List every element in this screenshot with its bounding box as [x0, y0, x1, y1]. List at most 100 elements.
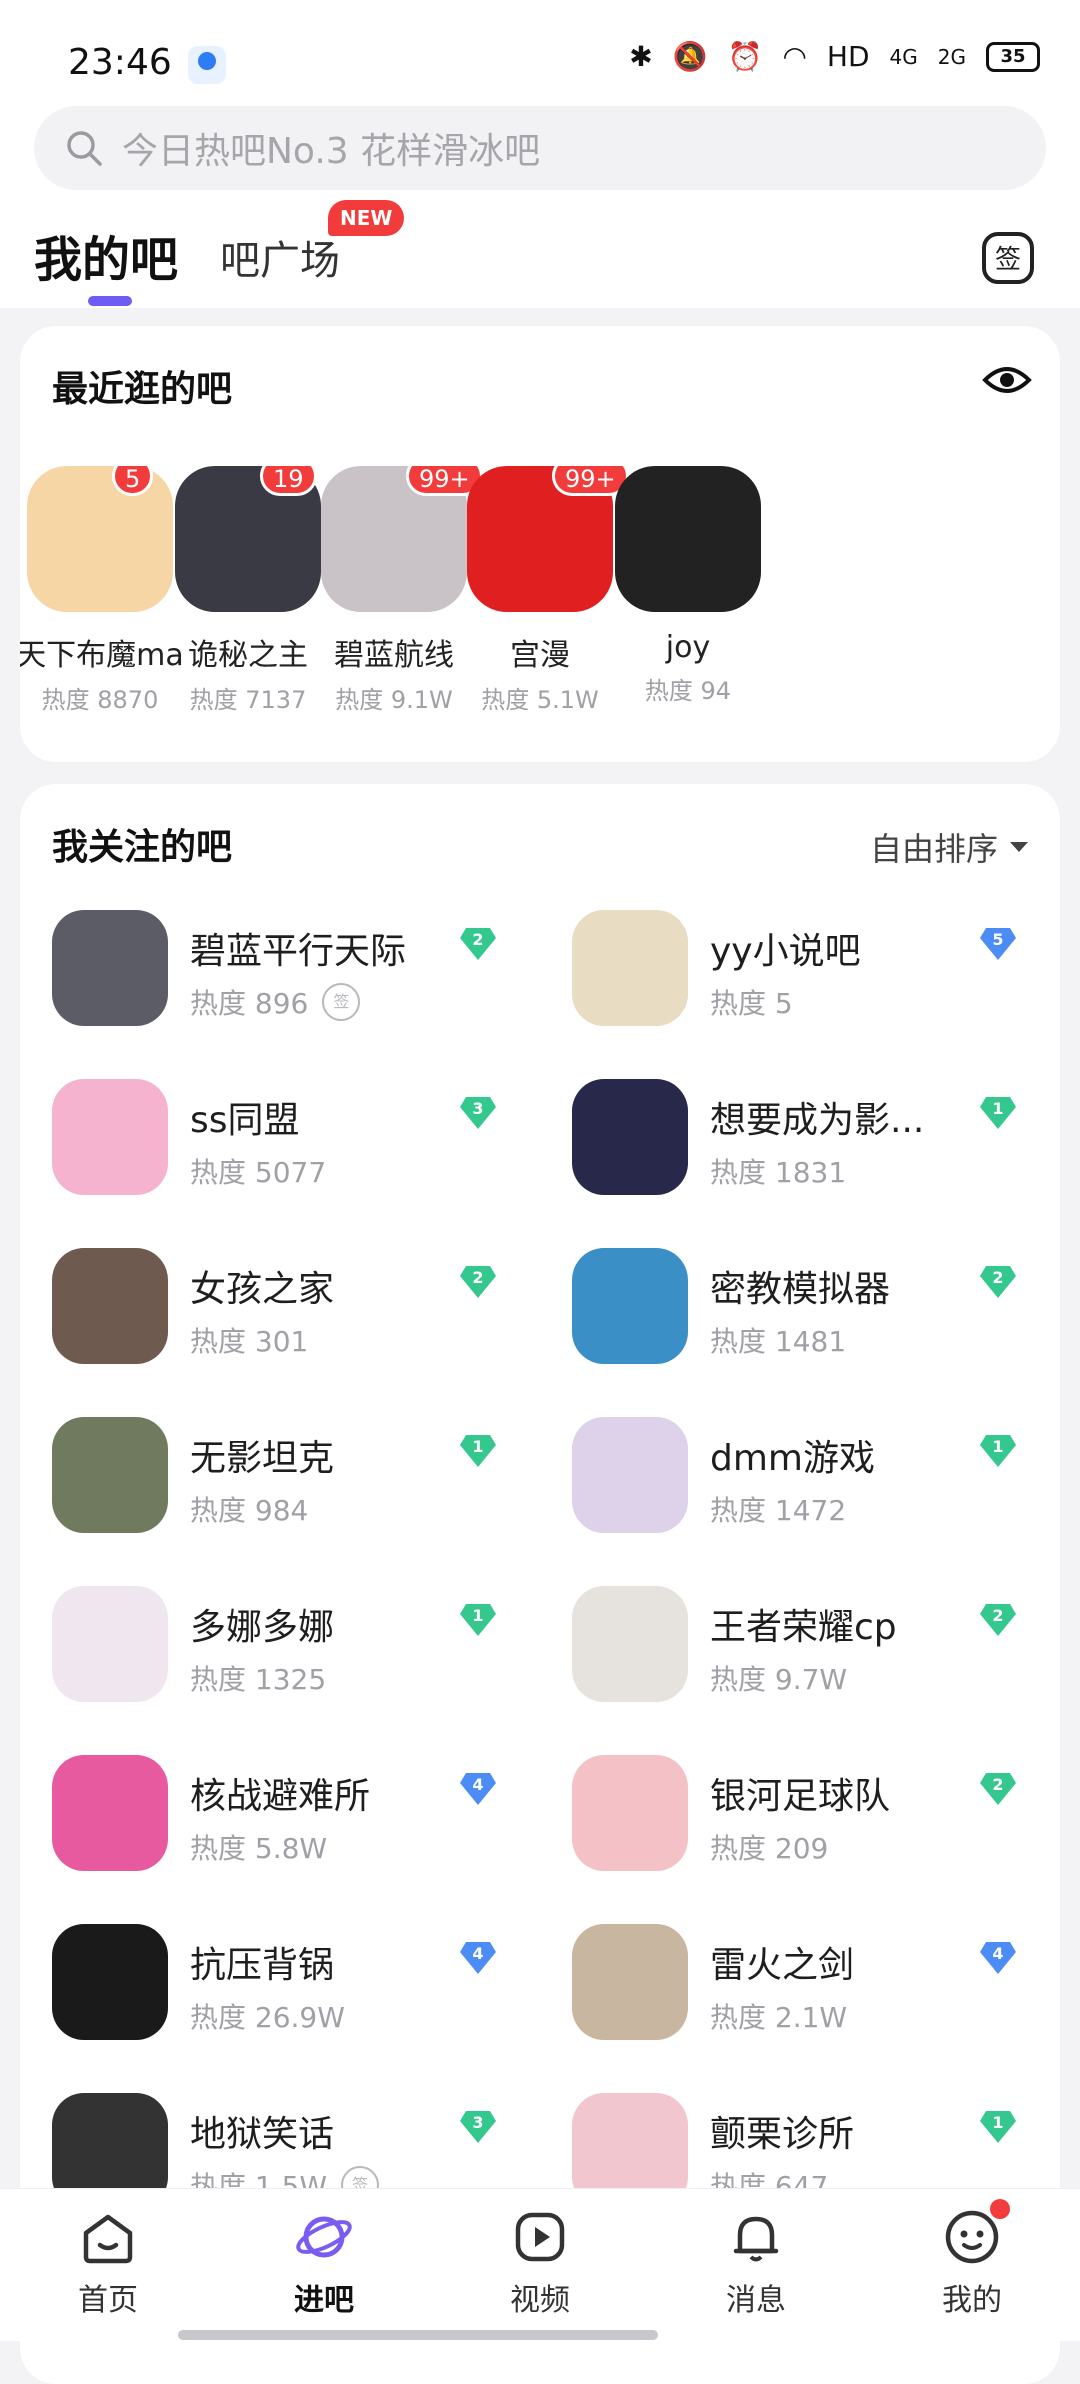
- nav-bar[interactable]: 进吧: [216, 2207, 432, 2319]
- recent-bar-item[interactable]: joy 热度 94: [588, 466, 788, 706]
- bar-avatar: [572, 910, 688, 1026]
- level-number: 2: [472, 930, 484, 949]
- bar-avatar: [52, 1586, 168, 1702]
- followed-bar-item[interactable]: yy小说吧 热度 5 5: [540, 910, 1040, 1060]
- bar-heat: 热度 1481: [710, 1325, 847, 1358]
- recent-bars-card: 最近逛的吧 天下布魔ma 热度 8870 5 诡秘之主 热度 7137 19 碧蓝航线 热度 …: [20, 326, 1060, 762]
- level-diamond-icon: 1: [458, 1602, 498, 1638]
- nav-video[interactable]: 视频: [432, 2207, 648, 2319]
- level-diamond-icon: 4: [978, 1940, 1018, 1976]
- bar-name: dmm游戏: [710, 1438, 875, 1479]
- bar-avatar: [52, 1417, 168, 1533]
- recent-bar-name: joy: [665, 630, 711, 665]
- search-bar-area: 今日热吧No.3 花样滑冰吧: [0, 100, 1080, 200]
- battery-icon: 35: [986, 41, 1040, 72]
- nav-mine[interactable]: 我的: [864, 2199, 1080, 2319]
- followed-bar-item[interactable]: 王者荣耀cp 热度 9.7W 2: [540, 1586, 1040, 1736]
- followed-bar-item[interactable]: 雷火之剑热度 2.1W 4: [540, 1924, 1040, 2074]
- recent-bars-list: 天下布魔ma 热度 8870 5 诡秘之主 热度 7137 19 碧蓝航线 热度 9.1W 99…: [20, 466, 1060, 726]
- bar-heat: 热度 9.7W: [710, 1663, 848, 1696]
- nav-message[interactable]: 消息: [648, 2207, 864, 2319]
- bar-name: 密教模拟器: [710, 1269, 891, 1310]
- tab-indicator: [88, 296, 132, 306]
- level-number: 3: [472, 1099, 484, 1118]
- status-icons: ✱ 🔕 ⏰ ◠ HD 4G 2G 35: [629, 40, 1040, 73]
- bar-avatar: [572, 1417, 688, 1533]
- nav-mine-label: 我的: [942, 2283, 1002, 2318]
- bar-heat: 热度 1325: [190, 1663, 327, 1696]
- eye-icon[interactable]: [982, 362, 1032, 398]
- level-number: 1: [472, 1437, 484, 1456]
- nav-home-label: 首页: [78, 2283, 138, 2318]
- bluetooth-icon: ✱: [629, 40, 653, 73]
- nav-video-label: 视频: [510, 2283, 570, 2318]
- bar-heat: 热度 301: [190, 1325, 309, 1358]
- bar-heat: 热度 5: [710, 987, 793, 1020]
- bar-name: 颤栗诊所: [710, 2114, 855, 2155]
- level-number: 1: [992, 1099, 1004, 1118]
- bar-heat-row: 热度 896 签: [190, 982, 361, 1022]
- bar-avatar: [52, 1248, 168, 1364]
- bar-heat-row: 热度 2.1W: [710, 1996, 847, 2036]
- network-hd-label: HD: [826, 40, 870, 73]
- followed-bar-item[interactable]: dmm游戏 热度 1472 1: [540, 1417, 1040, 1567]
- tab-bar-square[interactable]: 吧广场: [220, 228, 340, 286]
- followed-bar-item[interactable]: 碧蓝平行天际 热度 896 签 2: [20, 910, 520, 1060]
- bottom-nav: 首页 进吧 视频 消息 我的: [0, 2188, 1080, 2341]
- level-number: 5: [992, 930, 1004, 949]
- level-number: 4: [472, 1775, 484, 1794]
- bar-heat-row: 热度 301: [190, 1320, 308, 1360]
- followed-bar-item[interactable]: 多娜多娜热度 1325 1: [20, 1586, 520, 1736]
- bar-heat: 热度 896: [190, 987, 309, 1020]
- nav-home[interactable]: 首页: [0, 2207, 216, 2319]
- level-diamond-icon: 1: [978, 1095, 1018, 1131]
- level-diamond-icon: 1: [978, 2109, 1018, 2145]
- sign-in-icon[interactable]: 签: [980, 230, 1036, 286]
- search-input[interactable]: 今日热吧No.3 花样滑冰吧: [34, 106, 1046, 190]
- followed-bar-item[interactable]: 核战避难所 热度 5.8W 4: [20, 1755, 520, 1905]
- level-diamond-icon: 4: [458, 1940, 498, 1976]
- signal-4g-label: 4G: [889, 44, 918, 69]
- followed-bar-item[interactable]: 抗压背锅 热度 26.9W 4: [20, 1924, 520, 2074]
- bar-heat-row: 热度 5.8W: [190, 1827, 327, 1867]
- bar-heat: 热度 209: [710, 1832, 829, 1865]
- followed-bar-item[interactable]: 无影坦克 热度 984 1: [20, 1417, 520, 1567]
- bar-heat-row: 热度 1472: [710, 1489, 846, 1529]
- bar-name: 想要成为影...: [710, 1100, 925, 1141]
- level-diamond-icon: 2: [978, 1264, 1018, 1300]
- bar-avatar: [572, 1079, 688, 1195]
- mute-icon: 🔕: [672, 40, 708, 73]
- home-indicator[interactable]: [178, 2330, 658, 2340]
- level-number: 2: [992, 1775, 1004, 1794]
- level-number: 4: [992, 1944, 1004, 1963]
- level-diamond-icon: 5: [978, 926, 1018, 962]
- top-tabs: 我的吧 吧广场 NEW 签: [0, 200, 1080, 308]
- bar-name: 无影坦克: [190, 1438, 335, 1479]
- bar-name: ss同盟: [190, 1100, 300, 1141]
- bar-name: 雷火之剑: [710, 1945, 855, 1986]
- followed-bar-item[interactable]: ss同盟热度 5077 3: [20, 1079, 520, 1229]
- bar-avatar: [615, 466, 761, 612]
- planet-icon: [296, 2216, 352, 2258]
- followed-bar-item[interactable]: 想要成为影... 热度 1831 1: [540, 1079, 1040, 1229]
- level-diamond-icon: 1: [458, 1433, 498, 1469]
- bar-name: 多娜多娜: [190, 1607, 335, 1648]
- bar-name: 碧蓝平行天际: [190, 931, 407, 972]
- level-number: 2: [472, 1268, 484, 1287]
- followed-bar-item[interactable]: 银河足球队 热度 209 2: [540, 1755, 1040, 1905]
- search-icon: [67, 131, 102, 166]
- wifi-icon: ◠: [782, 40, 807, 73]
- level-number: 3: [472, 2113, 484, 2132]
- tab-my-bars[interactable]: 我的吧: [34, 220, 178, 290]
- followed-bar-item[interactable]: 密教模拟器热度 1481 2: [540, 1248, 1040, 1398]
- bar-heat-row: 热度 9.7W: [710, 1658, 847, 1698]
- level-diamond-icon: 3: [458, 1095, 498, 1131]
- status-bar: 23:46 ✱ 🔕 ⏰ ◠ HD 4G 2G 35: [0, 0, 1080, 100]
- sort-dropdown[interactable]: 自由排序: [870, 824, 1030, 870]
- sort-label: 自由排序: [869, 830, 998, 868]
- level-diamond-icon: 3: [458, 2109, 498, 2145]
- bar-heat: 热度 5077: [190, 1156, 327, 1189]
- followed-bar-item[interactable]: 女孩之家 热度 301 2: [20, 1248, 520, 1398]
- bell-icon: [733, 2216, 779, 2262]
- level-diamond-icon: 2: [978, 1771, 1018, 1807]
